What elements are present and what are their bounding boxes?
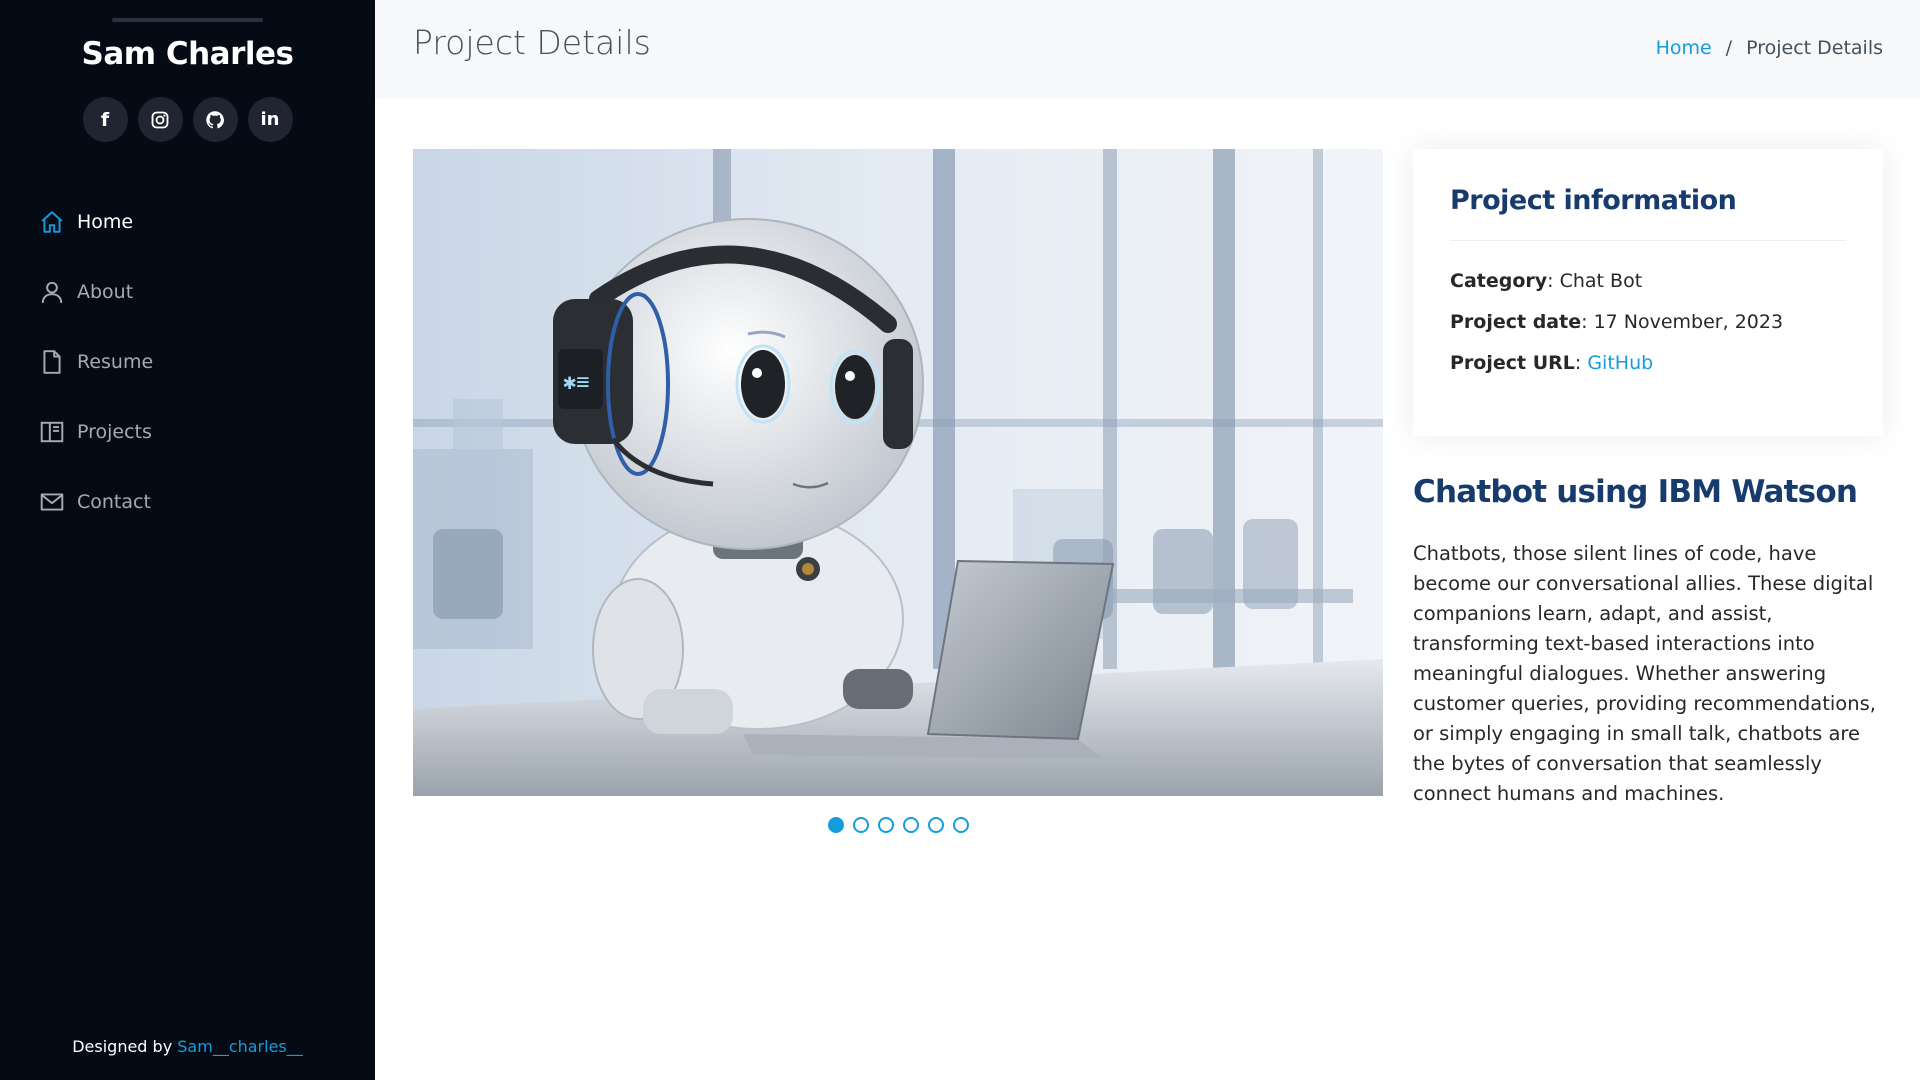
category-value: Chat Bot	[1559, 270, 1643, 292]
person-icon	[39, 279, 65, 305]
project-category: Category: Chat Bot	[1450, 270, 1643, 292]
nav-item-about[interactable]: About	[0, 257, 375, 327]
nav-item-contact[interactable]: Contact	[0, 467, 375, 537]
project-date: Project date: 17 November, 2023	[1450, 311, 1784, 333]
linkedin-icon: in	[260, 109, 280, 130]
breadcrumb-home-link[interactable]: Home	[1656, 37, 1712, 59]
nav-label-home: Home	[77, 211, 134, 233]
facebook-icon: f	[100, 108, 110, 131]
project-url: Project URL: GitHub	[1450, 352, 1654, 374]
breadcrumb: Home / Project Details	[1656, 37, 1883, 59]
project-title: Chatbot using IBM Watson	[1413, 474, 1858, 510]
nav-label-contact: Contact	[77, 491, 151, 513]
credits: Designed by Sam__charles__	[0, 1037, 375, 1056]
nav-label-projects: Projects	[77, 421, 152, 443]
category-label: Category	[1450, 270, 1548, 292]
github-link-text[interactable]: GitHub	[1587, 352, 1653, 374]
home-icon	[39, 209, 65, 235]
envelope-icon	[39, 489, 65, 515]
carousel-dot-2[interactable]	[852, 817, 869, 833]
date-label: Project date	[1450, 311, 1582, 333]
carousel-dot-4[interactable]	[902, 817, 919, 833]
project-image[interactable]: ✱≡	[413, 149, 1383, 796]
credits-link[interactable]: Sam__charles__	[177, 1037, 303, 1056]
carousel-dot-3[interactable]	[877, 817, 894, 833]
project-info-card: Project information Category: Chat Bot P…	[1413, 149, 1883, 436]
nav-item-projects[interactable]: Projects	[0, 397, 375, 467]
linkedin-link[interactable]: in	[247, 97, 293, 142]
page-title: Project Details	[413, 23, 651, 62]
nav-item-home[interactable]: Home	[0, 187, 375, 257]
social-links: f in	[0, 97, 375, 142]
date-value: 17 November, 2023	[1593, 311, 1784, 333]
project-info-list: Category: Chat Bot Project date: 17 Nove…	[1450, 241, 1846, 384]
github-link[interactable]	[192, 97, 238, 142]
nav-label-resume: Resume	[77, 351, 154, 373]
credits-prefix: Designed by	[72, 1037, 173, 1056]
carousel-dot-5[interactable]	[927, 817, 944, 833]
sidebar-divider	[112, 18, 263, 22]
instagram-icon	[151, 111, 169, 128]
book-icon	[39, 419, 65, 445]
facebook-link[interactable]: f	[82, 97, 128, 142]
nav-label-about: About	[77, 281, 134, 303]
project-info-title: Project information	[1450, 185, 1846, 241]
profile-name: Sam Charles	[81, 36, 294, 72]
carousel-dot-1[interactable]	[827, 817, 844, 833]
breadcrumbs-bar: Project Details Home / Project Details	[375, 0, 1920, 99]
breadcrumb-separator: /	[1725, 37, 1733, 59]
project-description: Chatbots, those silent lines of code, ha…	[1413, 542, 1876, 805]
carousel-pagination	[413, 817, 1383, 833]
file-icon	[39, 349, 65, 375]
instagram-link[interactable]	[137, 97, 183, 142]
nav-item-resume[interactable]: Resume	[0, 327, 375, 397]
url-label: Project URL	[1450, 352, 1575, 374]
breadcrumb-current: Project Details	[1746, 37, 1883, 59]
carousel-dot-6[interactable]	[952, 817, 969, 833]
github-icon	[206, 110, 224, 128]
svg-text:✱≡: ✱≡	[563, 370, 590, 395]
main-nav: Home About Resume Projects Contact	[0, 187, 375, 537]
sidebar: Sam Charles f in Home About Resume Proje…	[0, 0, 375, 1080]
